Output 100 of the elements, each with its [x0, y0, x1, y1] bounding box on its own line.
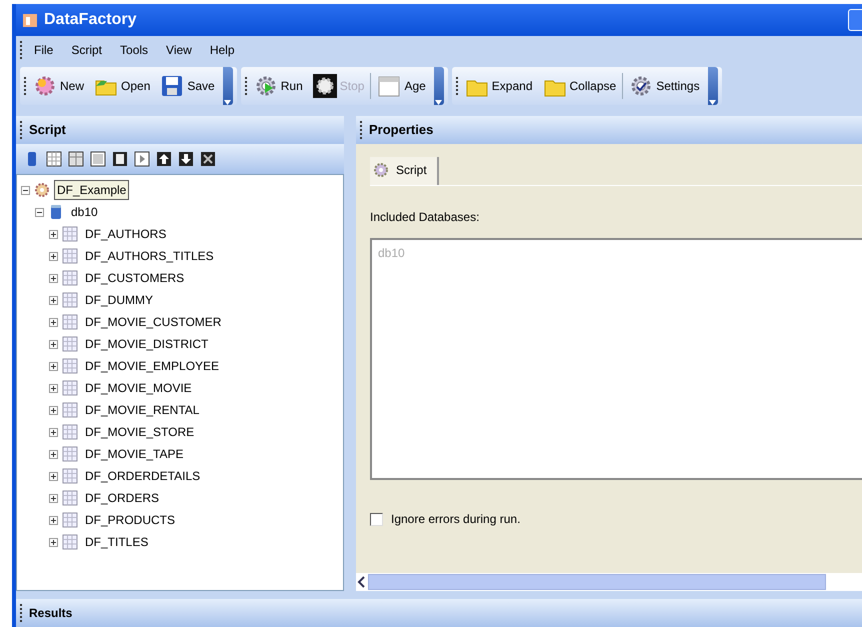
- checkbox[interactable]: [370, 512, 383, 526]
- tree-item[interactable]: DF_MOVIE_DISTRICT: [82, 334, 212, 354]
- checkbox-label: Ignore errors during run.: [391, 511, 520, 528]
- minimize-button[interactable]: [848, 9, 862, 31]
- table-icon: [46, 151, 62, 167]
- field-label: Included Databases:: [370, 209, 480, 226]
- menu-item[interactable]: Script: [64, 39, 110, 61]
- menu-item[interactable]: Tools: [113, 39, 156, 61]
- toolbar-overflow-button[interactable]: [222, 67, 233, 105]
- gear-check-icon: [629, 74, 654, 98]
- window-title: DataFactory: [44, 10, 136, 30]
- expand-toggle-icon[interactable]: [49, 252, 58, 260]
- caret-down-icon: [435, 100, 442, 105]
- toolbar-button[interactable]: Run: [250, 72, 307, 100]
- gear-icon: [312, 74, 337, 98]
- database-icon: [48, 204, 64, 220]
- tree-item[interactable]: DF_MOVIE_RENTAL: [82, 400, 202, 420]
- toolbar-button[interactable]: [134, 151, 150, 167]
- window-icon: [90, 151, 106, 167]
- toolbar-button[interactable]: [200, 151, 216, 167]
- delete-icon: [200, 151, 216, 167]
- expand-toggle-icon[interactable]: [49, 230, 58, 238]
- menu-item[interactable]: View: [159, 39, 199, 61]
- collapse-toggle-icon[interactable]: [35, 208, 44, 216]
- gear-icon: [33, 74, 57, 98]
- tree-item[interactable]: db10: [68, 202, 101, 222]
- horizontal-scrollbar[interactable]: [356, 573, 862, 591]
- toolbar-button[interactable]: Collapse: [538, 72, 620, 100]
- toolbar-button[interactable]: New: [29, 72, 88, 100]
- table-icon: [62, 446, 78, 462]
- tree-item[interactable]: DF_MOVIE_STORE: [82, 422, 198, 442]
- expand-toggle-icon[interactable]: [49, 428, 58, 436]
- tree-item[interactable]: DF_ORDERDETAILS: [82, 466, 204, 486]
- expand-toggle-icon[interactable]: [49, 450, 58, 458]
- table-icon: [68, 151, 84, 167]
- window-icon: [112, 151, 128, 167]
- tree-item[interactable]: DF_TITLES: [82, 532, 152, 552]
- tree-item[interactable]: DF_CUSTOMERS: [82, 268, 188, 288]
- toolbar-button[interactable]: [156, 151, 172, 167]
- expand-toggle-icon[interactable]: [49, 384, 58, 392]
- collapse-toggle-icon[interactable]: [21, 186, 30, 194]
- expand-toggle-icon[interactable]: [49, 274, 58, 282]
- play-icon: [134, 151, 150, 167]
- calendar-icon: [377, 74, 402, 98]
- menu-item[interactable]: Help: [202, 39, 242, 61]
- table-icon: [62, 270, 78, 286]
- table-icon: [62, 314, 78, 330]
- caret-down-icon: [709, 100, 716, 105]
- toolbar-button[interactable]: Expand: [460, 72, 536, 100]
- expand-toggle-icon[interactable]: [49, 340, 58, 348]
- toolbar-overflow-button[interactable]: [434, 67, 444, 105]
- toolbar-button[interactable]: [178, 151, 194, 167]
- toolbar-button[interactable]: Age: [373, 72, 430, 100]
- toolbar-button[interactable]: Open: [90, 72, 154, 100]
- tree-item[interactable]: DF_MOVIE_TAPE: [82, 444, 186, 464]
- tree-item[interactable]: DF_Example: [54, 180, 130, 200]
- expand-toggle-icon[interactable]: [49, 516, 58, 524]
- toolbar-button[interactable]: Save: [156, 72, 219, 100]
- toolbar-button[interactable]: Settings: [625, 72, 704, 100]
- toolbar-button[interactable]: [90, 151, 106, 167]
- table-icon: [62, 336, 78, 352]
- toolbar-button[interactable]: [112, 151, 128, 167]
- tree-item[interactable]: DF_PRODUCTS: [82, 510, 178, 530]
- toolbar-button[interactable]: [46, 151, 62, 167]
- tree-item[interactable]: DF_DUMMY: [82, 290, 156, 310]
- table-icon: [62, 468, 78, 484]
- table-icon: [62, 292, 78, 308]
- toolbar-overflow-button[interactable]: [708, 67, 718, 105]
- tree-item[interactable]: DF_ORDERS: [82, 488, 162, 508]
- table-icon: [62, 512, 78, 528]
- panel-title: Properties: [369, 121, 434, 140]
- caret-down-icon: [224, 100, 232, 105]
- tree-item[interactable]: DF_MOVIE_MOVIE: [82, 378, 195, 398]
- expand-toggle-icon[interactable]: [49, 494, 58, 502]
- toolbar-button[interactable]: [68, 151, 84, 167]
- table-icon: [62, 402, 78, 418]
- expand-toggle-icon[interactable]: [49, 406, 58, 414]
- menu-item[interactable]: File: [27, 39, 60, 61]
- arrow-down-icon: [178, 151, 194, 167]
- gear-play-icon: [254, 74, 278, 98]
- tree-item[interactable]: DF_MOVIE_EMPLOYEE: [82, 356, 222, 376]
- arrow-up-icon: [156, 151, 172, 167]
- expand-toggle-icon[interactable]: [49, 362, 58, 370]
- expand-toggle-icon[interactable]: [49, 472, 58, 480]
- tab[interactable]: Script: [370, 157, 439, 185]
- tree-item[interactable]: DF_AUTHORS_TITLES: [82, 246, 217, 266]
- panel-title: Script: [29, 121, 66, 140]
- table-icon: [62, 380, 78, 396]
- panel-title: Results: [29, 605, 72, 622]
- expand-toggle-icon[interactable]: [49, 318, 58, 326]
- expand-toggle-icon[interactable]: [49, 296, 58, 304]
- app-icon: [22, 12, 38, 28]
- list-item: db10: [378, 245, 406, 262]
- gear-icon: [34, 182, 50, 198]
- table-icon: [62, 358, 78, 374]
- table-icon: [62, 226, 78, 242]
- table-icon: [62, 424, 78, 440]
- expand-toggle-icon[interactable]: [49, 538, 58, 546]
- tree-item[interactable]: DF_AUTHORS: [82, 224, 170, 244]
- tree-item[interactable]: DF_MOVIE_CUSTOMER: [82, 312, 224, 332]
